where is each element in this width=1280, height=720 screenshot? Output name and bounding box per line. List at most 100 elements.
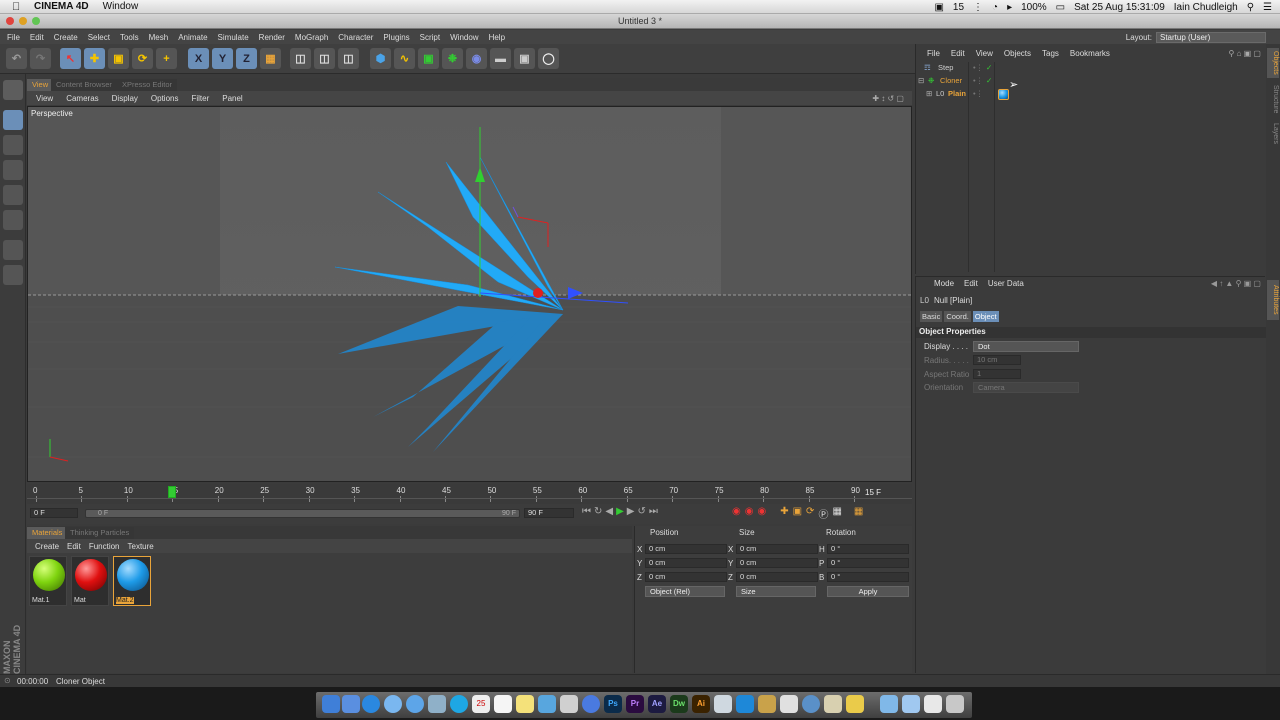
cloner-icon[interactable]: ❉ bbox=[442, 48, 463, 69]
viewport-menu-filter[interactable]: Filter bbox=[191, 94, 209, 103]
preview-icon[interactable] bbox=[538, 695, 556, 713]
viewport-menu-options[interactable]: Options bbox=[151, 94, 179, 103]
scale-icon[interactable]: ▣ bbox=[108, 48, 129, 69]
make-editable-icon[interactable] bbox=[3, 80, 23, 100]
collapse-icon[interactable]: ⊟ bbox=[918, 76, 924, 85]
menu-render[interactable]: Render bbox=[259, 33, 285, 42]
tab-layers[interactable]: Layers bbox=[1267, 120, 1279, 148]
material-swatch[interactable]: Mat.2 bbox=[113, 556, 151, 606]
subdivision-icon[interactable]: ▣ bbox=[418, 48, 439, 69]
menu-character[interactable]: Character bbox=[338, 33, 373, 42]
visibility-dots[interactable]: •⋮ bbox=[973, 76, 983, 85]
texture-mode-icon[interactable] bbox=[3, 135, 23, 155]
visibility-dots[interactable]: •⋮ bbox=[973, 63, 983, 72]
zoom-icon[interactable] bbox=[32, 17, 40, 25]
autokey-icon[interactable]: ◉ bbox=[745, 506, 754, 521]
spotlight-icon[interactable]: ⚲ bbox=[1247, 2, 1254, 13]
ical-icon[interactable]: 25 bbox=[472, 695, 490, 713]
photoshop-icon[interactable]: Ps bbox=[604, 695, 622, 713]
tab-thinking-particles[interactable]: Thinking Particles bbox=[65, 527, 135, 539]
keyframe-selection-icon[interactable]: ◉ bbox=[757, 506, 766, 521]
object-manager-tools[interactable]: ⚲ ⌂ ▣ ▢ bbox=[1229, 49, 1261, 58]
render-settings-icon[interactable]: ◫ bbox=[338, 48, 359, 69]
rotate-icon[interactable]: ⟳ bbox=[132, 48, 153, 69]
system-preferences-icon[interactable] bbox=[780, 695, 798, 713]
object-name[interactable]: Step bbox=[938, 63, 953, 72]
position-z-field[interactable]: 0 cm bbox=[645, 572, 727, 582]
object-row-cloner[interactable]: ⊟ ❉ Cloner •⋮ ✓ bbox=[916, 76, 1266, 89]
status-count[interactable]: 15 bbox=[953, 2, 964, 13]
x-axis-icon[interactable]: X bbox=[188, 48, 209, 69]
position-y-field[interactable]: 0 cm bbox=[645, 558, 727, 568]
coordinate-system-icon[interactable]: ▦ bbox=[260, 48, 281, 69]
edges-mode-icon[interactable] bbox=[3, 185, 23, 205]
key-position-icon[interactable]: ✚ bbox=[780, 506, 788, 521]
previous-frame-icon[interactable]: ◀ bbox=[605, 506, 613, 517]
undo-icon[interactable]: ↶ bbox=[6, 48, 27, 69]
tab-structure[interactable]: Structure bbox=[1267, 82, 1279, 116]
rotation-b-field[interactable]: 0 ° bbox=[827, 572, 909, 582]
menu-script[interactable]: Script bbox=[420, 33, 440, 42]
go-to-end-icon[interactable]: ⏭ bbox=[649, 506, 658, 517]
menu-edit[interactable]: Edit bbox=[30, 33, 44, 42]
key-pla-icon[interactable]: ▦ bbox=[832, 506, 841, 521]
record-icon[interactable]: ◉ bbox=[732, 506, 741, 521]
obj-menu-bookmarks[interactable]: Bookmarks bbox=[1070, 49, 1110, 58]
menu-simulate[interactable]: Simulate bbox=[218, 33, 249, 42]
playhead[interactable] bbox=[168, 486, 177, 498]
chrome-icon[interactable] bbox=[582, 695, 600, 713]
radius-field[interactable]: 10 cm bbox=[973, 355, 1021, 365]
size-y-field[interactable]: 0 cm bbox=[736, 558, 818, 568]
premiere-icon[interactable]: Pr bbox=[626, 695, 644, 713]
viewport-nav-icons[interactable]: ✚ ↕ ↺ ▢ bbox=[872, 94, 904, 103]
menu-mesh[interactable]: Mesh bbox=[149, 33, 169, 42]
obj-menu-tags[interactable]: Tags bbox=[1042, 49, 1059, 58]
tab-attributes[interactable]: Attributes bbox=[1267, 280, 1279, 320]
material-menu-edit[interactable]: Edit bbox=[67, 542, 81, 551]
menu-animate[interactable]: Animate bbox=[178, 33, 207, 42]
documents-folder-icon[interactable] bbox=[902, 695, 920, 713]
axis-mode-icon[interactable] bbox=[3, 240, 23, 260]
after-effects-icon[interactable]: Ae bbox=[648, 695, 666, 713]
live-selection-icon[interactable]: ↖ bbox=[60, 48, 81, 69]
layout-select[interactable]: Startup (User) bbox=[1156, 31, 1266, 43]
cinema4d-icon[interactable] bbox=[560, 695, 578, 713]
tab-object[interactable]: Object bbox=[972, 311, 999, 322]
go-to-start-icon[interactable]: ⏮ bbox=[582, 506, 591, 517]
play-icon[interactable]: ▶ bbox=[616, 506, 624, 517]
rotation-p-field[interactable]: 0 ° bbox=[827, 558, 909, 568]
attribute-nav-icons[interactable]: ◀ ↑ ▲ ⚲ ▣ ▢ bbox=[1211, 279, 1261, 288]
finder-icon[interactable] bbox=[322, 695, 340, 713]
coordinate-mode-select[interactable]: Object (Rel) bbox=[645, 586, 725, 597]
material-menu-texture[interactable]: Texture bbox=[128, 542, 154, 551]
tab-materials[interactable]: Materials bbox=[27, 527, 68, 539]
x-axis-handle[interactable] bbox=[533, 288, 543, 298]
expand-icon[interactable]: ⊞ bbox=[926, 89, 932, 98]
deformer-icon[interactable]: ◉ bbox=[466, 48, 487, 69]
menu-tools[interactable]: Tools bbox=[120, 33, 139, 42]
light-icon[interactable]: ◯ bbox=[538, 48, 559, 69]
illustrator-icon[interactable]: Ai bbox=[692, 695, 710, 713]
menu-window[interactable]: Window bbox=[450, 33, 478, 42]
menu-file[interactable]: File bbox=[7, 33, 20, 42]
obj-menu-view[interactable]: View bbox=[976, 49, 993, 58]
archive-icon[interactable] bbox=[758, 695, 776, 713]
material-menu-create[interactable]: Create bbox=[35, 542, 59, 551]
material-swatch[interactable]: Mat bbox=[71, 556, 109, 606]
window-menu[interactable]: Window bbox=[103, 1, 139, 12]
preview-range-slider[interactable]: 0 F 90 F bbox=[85, 509, 520, 518]
start-frame-field[interactable]: 0 F bbox=[30, 508, 78, 518]
app-store-icon[interactable] bbox=[406, 695, 424, 713]
tab-coord[interactable]: Coord. bbox=[944, 311, 971, 322]
obj-menu-edit[interactable]: Edit bbox=[951, 49, 965, 58]
key-rotation-icon[interactable]: ⟳ bbox=[806, 506, 814, 521]
add-object-icon[interactable]: + bbox=[156, 48, 177, 69]
object-row-step[interactable]: ☶ Step •⋮ ✓ bbox=[916, 63, 1266, 76]
xcode-icon[interactable] bbox=[714, 695, 732, 713]
menu-help[interactable]: Help bbox=[489, 33, 505, 42]
launchpad-icon[interactable] bbox=[342, 695, 360, 713]
tab-basic[interactable]: Basic bbox=[920, 311, 943, 322]
attr-menu-edit[interactable]: Edit bbox=[964, 279, 978, 291]
timeline-ruler[interactable]: 051015202530354045505560657075808590 15 … bbox=[27, 484, 912, 504]
material-tag-icon[interactable] bbox=[998, 89, 1009, 100]
